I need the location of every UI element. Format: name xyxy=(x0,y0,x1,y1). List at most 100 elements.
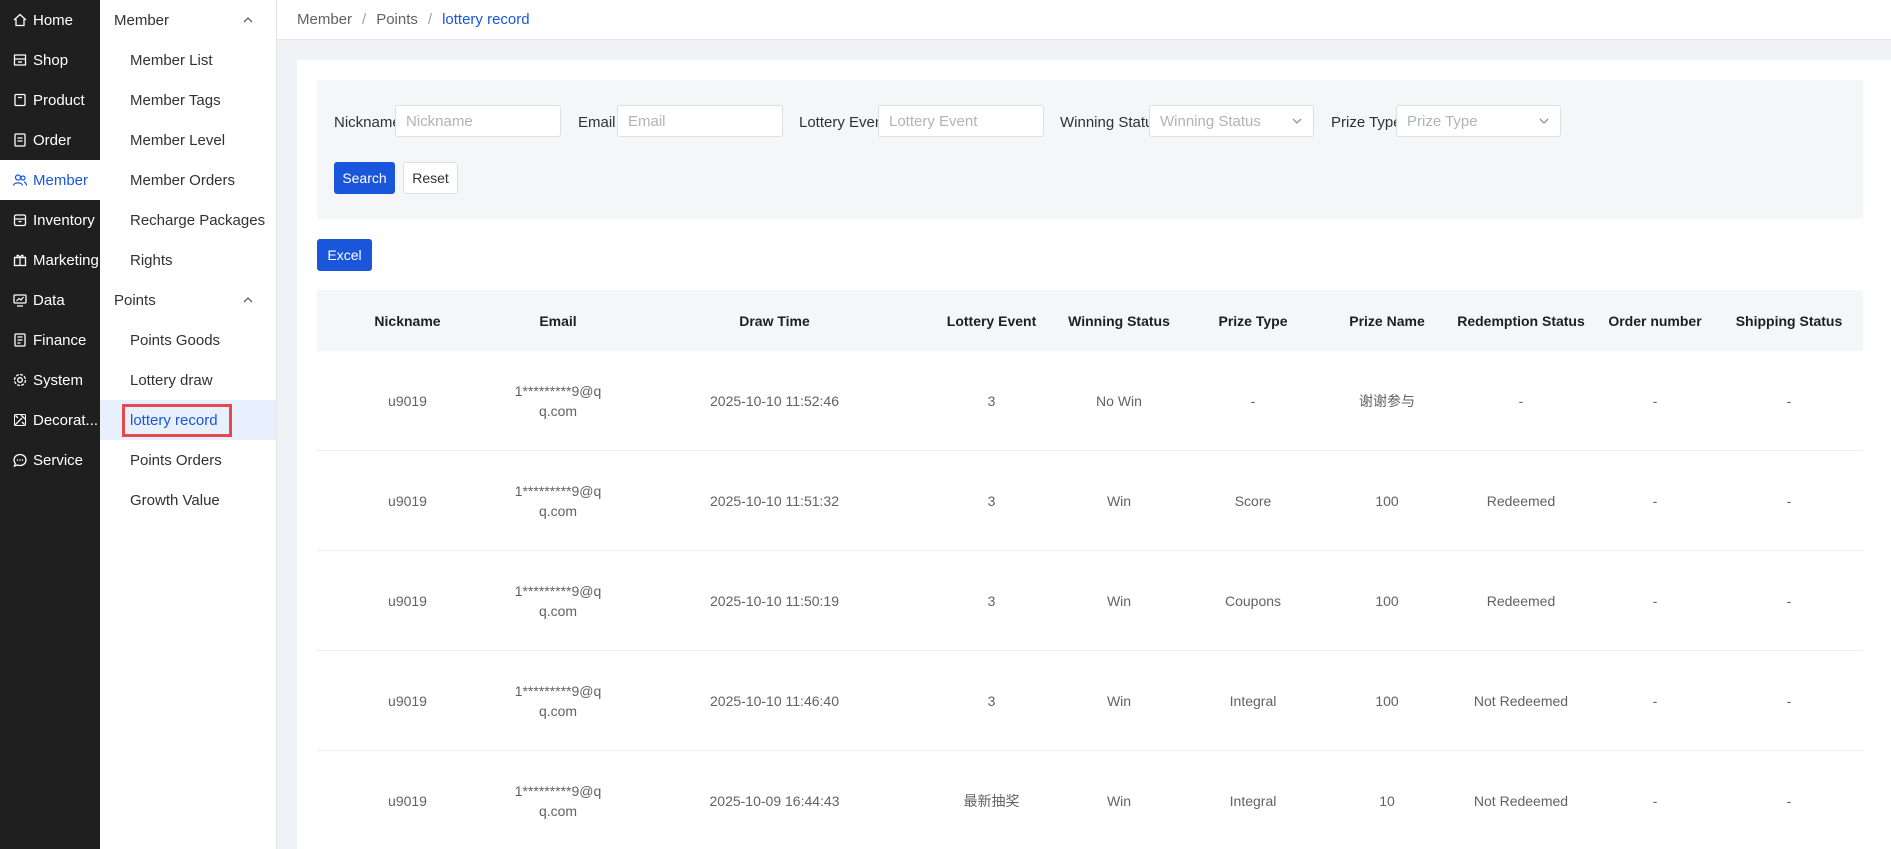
table-row[interactable]: u9019 1*********9@qq.com 2025-10-09 16:44:… xyxy=(317,751,1863,849)
table-cell: 1*********9@qq.com xyxy=(514,382,602,419)
nav-item-shop[interactable]: Shop xyxy=(0,40,100,80)
table-cell: - xyxy=(1652,592,1658,609)
email-input[interactable] xyxy=(617,105,783,137)
submenu-item-lottery-draw[interactable]: Lottery draw xyxy=(100,360,276,400)
menu-group-points-label: Points xyxy=(114,291,156,309)
table-cell: 谢谢参与 xyxy=(1359,392,1415,409)
submenu-item-label: Member Tags xyxy=(130,91,221,109)
email-label: Email xyxy=(578,114,616,131)
nav-item-label: Decorat... xyxy=(33,411,99,429)
breadcrumb: Member / Points / lottery record xyxy=(277,0,1891,40)
nav-item-system[interactable]: System xyxy=(0,360,100,400)
nav-item-inventory[interactable]: Inventory xyxy=(0,200,100,240)
lottery-event-input[interactable] xyxy=(878,105,1044,137)
search-button[interactable]: Search xyxy=(334,162,395,194)
table-cell: 最新抽奖 xyxy=(963,792,1020,809)
column-header: Winning Status xyxy=(1068,312,1170,329)
nickname-input[interactable] xyxy=(395,105,561,137)
table-cell: 1*********9@qq.com xyxy=(514,682,602,719)
column-header: Lottery Event xyxy=(946,312,1037,329)
submenu-item-label: Member Level xyxy=(130,131,226,149)
table-cell: 100 xyxy=(1375,592,1399,609)
nav-item-decorat[interactable]: Decorat... xyxy=(0,400,100,440)
chevron-up-icon xyxy=(243,297,253,303)
nav-item-label: Data xyxy=(33,291,65,309)
submenu-item-member-list[interactable]: Member List xyxy=(100,40,276,80)
marketing-icon xyxy=(12,252,28,268)
submenu-item-points-orders[interactable]: Points Orders xyxy=(100,440,276,480)
breadcrumb-points[interactable]: Points xyxy=(376,11,418,28)
menu-group-member[interactable]: Member xyxy=(100,0,276,40)
main-nav-rail: Home Shop Product Order Member Inventory Marke… xyxy=(0,0,100,849)
nav-item-data[interactable]: Data xyxy=(0,280,100,320)
filter-panel: Nickname Email Lottery Event Winning Sta… xyxy=(317,80,1863,219)
table-cell: Integral xyxy=(1229,792,1277,809)
finance-icon xyxy=(12,332,28,348)
table-cell: - xyxy=(1652,392,1658,409)
table-header: Nickname Email Draw Time Lottery Event Winni… xyxy=(317,290,1863,351)
nav-item-product[interactable]: Product xyxy=(0,80,100,120)
inventory-icon xyxy=(12,212,28,228)
submenu-item-growth-value[interactable]: Growth Value xyxy=(100,480,276,520)
table-cell: - xyxy=(1786,392,1792,409)
order-icon xyxy=(12,132,28,148)
reset-button[interactable]: Reset xyxy=(403,162,458,194)
table-cell: 10 xyxy=(1379,792,1395,809)
nav-item-label: Finance xyxy=(33,331,87,349)
chevron-down-icon xyxy=(1292,118,1302,124)
table-cell: Win xyxy=(1106,492,1132,509)
submenu-item-member-level[interactable]: Member Level xyxy=(100,120,276,160)
nav-item-order[interactable]: Order xyxy=(0,120,100,160)
submenu-item-label: Growth Value xyxy=(130,491,220,509)
submenu-item-label: Points Goods xyxy=(130,331,221,349)
table-cell: Redeemed xyxy=(1486,492,1556,509)
breadcrumb-separator: / xyxy=(362,11,367,28)
secondary-menu: Member Member List Member Tags Member Leve… xyxy=(100,0,277,849)
submenu-item-points-goods[interactable]: Points Goods xyxy=(100,320,276,360)
table-row[interactable]: u9019 1*********9@qq.com 2025-10-10 11:51:… xyxy=(317,451,1863,551)
excel-export-button[interactable]: Excel xyxy=(317,239,372,271)
service-icon xyxy=(12,452,28,468)
table-cell: - xyxy=(1250,392,1256,409)
table-cell: Score xyxy=(1234,492,1272,509)
nav-item-finance[interactable]: Finance xyxy=(0,320,100,360)
chevron-up-icon xyxy=(243,17,253,23)
product-icon xyxy=(12,92,28,108)
column-header: Email xyxy=(539,312,577,329)
winning-status-select[interactable]: Winning Status xyxy=(1149,105,1314,137)
nav-item-marketing[interactable]: Marketing xyxy=(0,240,100,280)
winning-status-label: Winning Status xyxy=(1060,114,1161,131)
nav-item-label: Service xyxy=(33,451,84,469)
submenu-item-label: Member Orders xyxy=(130,171,236,189)
submenu-item-recharge-packages[interactable]: Recharge Packages xyxy=(100,200,276,240)
table-cell: - xyxy=(1786,692,1792,709)
nav-item-label: Product xyxy=(33,91,85,109)
table-cell: u9019 xyxy=(388,492,427,509)
table-row[interactable]: u9019 1*********9@qq.com 2025-10-10 11:50:… xyxy=(317,551,1863,651)
submenu-item-member-tags[interactable]: Member Tags xyxy=(100,80,276,120)
menu-group-points[interactable]: Points xyxy=(100,280,276,320)
table-cell: 2025-10-10 11:52:46 xyxy=(710,392,839,409)
table-cell: Coupons xyxy=(1224,592,1282,609)
breadcrumb-member[interactable]: Member xyxy=(297,11,352,28)
nav-item-service[interactable]: Service xyxy=(0,440,100,480)
system-icon xyxy=(12,372,28,388)
submenu-item-member-orders[interactable]: Member Orders xyxy=(100,160,276,200)
nav-item-label: Shop xyxy=(33,51,69,69)
submenu-item-lottery-record[interactable]: lottery record xyxy=(100,400,276,440)
data-icon xyxy=(12,292,28,308)
submenu-item-label: Member List xyxy=(130,51,213,69)
table-cell: 100 xyxy=(1375,692,1399,709)
table-cell: - xyxy=(1786,792,1792,809)
nav-item-home[interactable]: Home xyxy=(0,0,100,40)
table-row[interactable]: u9019 1*********9@qq.com 2025-10-10 11:52:… xyxy=(317,351,1863,451)
table-cell: Win xyxy=(1106,792,1132,809)
table-cell: 2025-10-10 11:50:19 xyxy=(710,592,839,609)
prize-type-select[interactable]: Prize Type xyxy=(1396,105,1561,137)
nav-item-member[interactable]: Member xyxy=(0,160,100,200)
nickname-label: Nickname xyxy=(334,114,401,131)
table-cell: Win xyxy=(1106,592,1132,609)
column-header: Redemption Status xyxy=(1457,312,1585,329)
submenu-item-rights[interactable]: Rights xyxy=(100,240,276,280)
table-row[interactable]: u9019 1*********9@qq.com 2025-10-10 11:46:… xyxy=(317,651,1863,751)
